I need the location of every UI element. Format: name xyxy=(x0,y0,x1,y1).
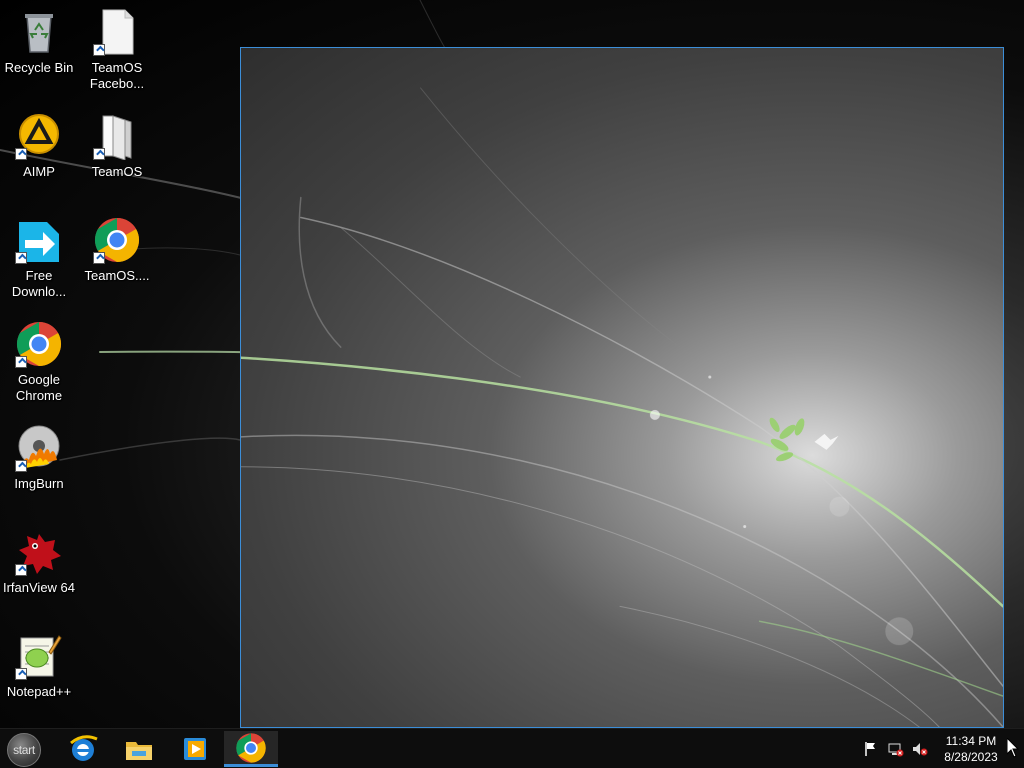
window-frame[interactable] xyxy=(240,47,1004,728)
desktop-icon-label: TeamOS xyxy=(91,164,143,179)
desktop-icon-label: ImgBurn xyxy=(14,476,64,491)
desktop-icon-label: IrfanView 64 xyxy=(2,580,76,595)
desktop-icon-free-download-manager[interactable]: Free Downlo... xyxy=(0,216,78,300)
desktop-icon-imgburn[interactable]: ImgBurn xyxy=(0,424,78,492)
chrome-icon xyxy=(236,732,266,763)
shortcut-arrow-icon xyxy=(15,460,27,472)
shortcut-arrow-icon xyxy=(93,148,105,160)
media-player-icon xyxy=(184,738,206,760)
taskbar-internet-explorer[interactable] xyxy=(56,731,110,767)
desktop-icon-recycle-bin[interactable]: Recycle Bin xyxy=(0,8,78,76)
action-center-flag-icon[interactable] xyxy=(864,741,880,757)
file-explorer-icon xyxy=(126,742,152,760)
desktop-icon-label: TeamOS Facebo... xyxy=(89,60,145,91)
shortcut-arrow-icon xyxy=(15,148,27,160)
clock-time: 11:34 PM xyxy=(945,734,997,748)
recycle-bin-icon xyxy=(15,8,63,56)
internet-explorer-icon xyxy=(70,735,98,761)
taskbar-media-player[interactable] xyxy=(168,731,222,767)
start-button[interactable]: start xyxy=(7,733,41,767)
document-icon xyxy=(93,8,141,56)
desktop-icon-irfanview[interactable]: IrfanView 64 xyxy=(0,528,78,596)
desktop-icon-aimp[interactable]: AIMP xyxy=(0,112,78,180)
shortcut-arrow-icon xyxy=(15,564,27,576)
chrome-icon xyxy=(93,216,141,264)
desktop-icon-notepadpp[interactable]: Notepad++ xyxy=(0,632,78,700)
volume-muted-icon[interactable] xyxy=(912,741,928,757)
system-clock[interactable]: 11:34 PM 8/28/2023 xyxy=(930,733,1012,765)
taskbar: start 11:34 PM 8/28/2023 xyxy=(0,728,1024,768)
desktop-icon-google-chrome[interactable]: Google Chrome xyxy=(0,320,78,404)
taskbar-file-explorer[interactable] xyxy=(112,731,166,767)
shortcut-arrow-icon xyxy=(15,356,27,368)
imgburn-icon xyxy=(15,424,63,472)
shortcut-arrow-icon xyxy=(15,252,27,264)
shortcut-arrow-icon xyxy=(15,668,27,680)
desktop-icon-label: Notepad++ xyxy=(6,684,72,699)
start-label: start xyxy=(13,743,35,757)
desktop-icon-label: Free Downlo... xyxy=(11,268,67,299)
desktop-icon-label: AIMP xyxy=(23,164,55,179)
clock-date: 8/28/2023 xyxy=(944,750,998,764)
wallpaper-art xyxy=(241,87,1003,727)
taskbar-chrome[interactable] xyxy=(224,731,278,767)
shortcut-arrow-icon xyxy=(93,44,105,56)
notepadpp-icon xyxy=(15,632,63,680)
desktop-icon-teamos-facebook[interactable]: TeamOS Facebo... xyxy=(78,8,156,92)
shortcut-arrow-icon xyxy=(93,252,105,264)
aimp-icon xyxy=(15,112,63,160)
desktop-icon-teamos-chrome[interactable]: TeamOS.... xyxy=(78,216,156,284)
free-download-manager-icon xyxy=(15,216,63,264)
desktop-icon-teamos[interactable]: TeamOS xyxy=(78,112,156,180)
chrome-icon xyxy=(15,320,63,368)
network-disconnected-icon[interactable] xyxy=(888,741,904,757)
mouse-cursor-icon xyxy=(1007,738,1019,758)
desktop-icon-label: Google Chrome xyxy=(15,372,63,403)
desktop-icon-label: TeamOS.... xyxy=(84,268,150,283)
desktop-icon-label: Recycle Bin xyxy=(4,60,74,75)
folder-icon xyxy=(93,112,141,161)
irfanview-icon xyxy=(15,528,63,576)
